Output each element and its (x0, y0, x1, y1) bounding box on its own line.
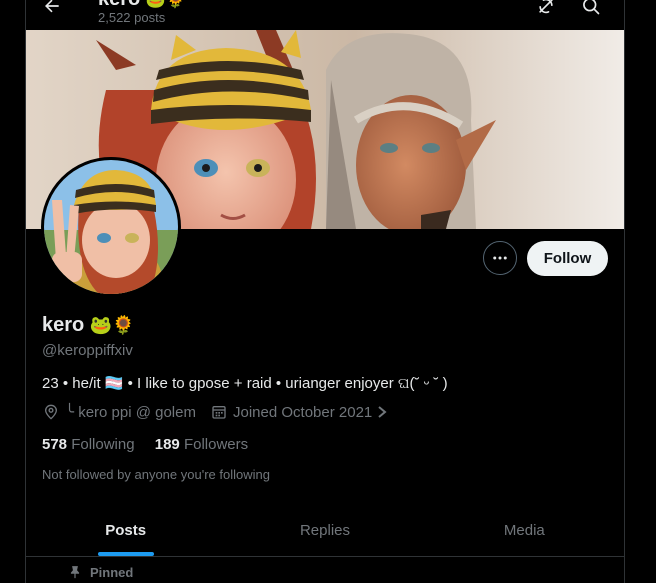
search-button[interactable] (577, 0, 605, 20)
following-label: Following (71, 436, 135, 453)
profile-header-bar: kero 🐸🌻 2,522 posts (26, 0, 624, 30)
tab-posts[interactable]: Posts (26, 504, 225, 556)
grok-icon (539, 0, 553, 14)
profile-joined-date[interactable]: Joined October 2021 (233, 404, 372, 421)
active-tab-indicator (97, 552, 154, 556)
pinned-indicator: Pinned (68, 564, 133, 580)
not-followed-notice: Not followed by anyone you're following (42, 467, 270, 482)
followers-count: 189 (154, 436, 180, 453)
avatar[interactable] (41, 157, 181, 297)
followers-link[interactable]: 189 Followers (155, 436, 248, 453)
grok-button[interactable] (532, 0, 560, 20)
following-link[interactable]: 578 Following (42, 436, 135, 453)
display-name-emoji: 🐸🌻 (89, 315, 135, 335)
tab-media-label: Media (503, 521, 545, 539)
profile-location: ╰ kero ppi @ golem (65, 404, 196, 421)
more-options-button[interactable] (483, 241, 517, 275)
calendar-icon (210, 403, 228, 421)
arrow-left-icon (45, 0, 59, 13)
follow-stats: 578 Following 189 Followers (42, 436, 248, 453)
following-count: 578 (42, 436, 68, 453)
page-title-emoji: 🐸🌻 (145, 0, 186, 9)
tab-posts-label: Posts (105, 521, 147, 539)
followers-label: Followers (183, 436, 249, 453)
location-pin-icon (42, 403, 60, 421)
profile-meta: ╰ kero ppi @ golem Joined October 2021 (42, 403, 388, 421)
profile-tabs: Posts Replies Media (26, 504, 624, 557)
search-icon (583, 0, 600, 15)
back-button[interactable] (38, 0, 66, 20)
tab-media[interactable]: Media (425, 504, 624, 556)
user-handle: @keroppiffxiv (42, 342, 133, 359)
chevron-right-icon (378, 406, 387, 418)
display-name-text: kero (42, 314, 85, 336)
more-dots-icon (493, 256, 507, 260)
follow-button[interactable]: Follow (527, 241, 608, 276)
pin-icon (68, 564, 82, 580)
posts-count: 2,522 posts (98, 10, 166, 25)
tab-replies[interactable]: Replies (225, 504, 424, 556)
profile-bio: 23 • he/it 🏳️‍⚧️ • I like to gpose + rai… (42, 375, 448, 392)
pinned-label: Pinned (90, 564, 134, 580)
right-border (624, 0, 625, 583)
tab-replies-label: Replies (299, 521, 350, 539)
page-title-text: kero (98, 0, 140, 10)
display-name: kero 🐸🌻 (42, 314, 135, 337)
